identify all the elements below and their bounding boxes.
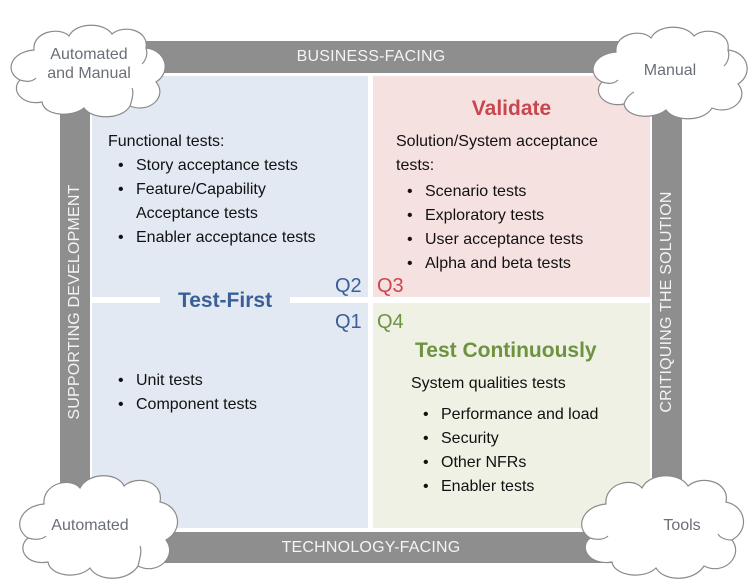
q2-heading: Functional tests: (108, 133, 225, 150)
q1-list: Unit tests Component tests (116, 369, 257, 417)
cloud-automated-text: Automated (51, 517, 129, 534)
cloud-manual: Manual (586, 22, 754, 122)
q2-item: Feature/Capability (116, 178, 316, 202)
q4-label: Q4 (377, 311, 404, 333)
q3-item: Exploratory tests (405, 204, 583, 228)
q4-item: Performance and load (421, 403, 598, 427)
q3-list: Scenario tests Exploratory tests User ac… (405, 180, 583, 276)
q1-label: Q1 (335, 311, 362, 333)
q3-item: Scenario tests (405, 180, 583, 204)
q1-item: Component tests (116, 393, 257, 417)
q1-item: Unit tests (116, 369, 257, 393)
cloud-automated-and-manual: Automated and Manual (4, 20, 174, 120)
q4-heading: System qualities tests (411, 375, 566, 392)
critiquing-solution-label: CRITIQUING THE SOLUTION (658, 191, 675, 413)
q2-label: Q2 (335, 275, 362, 297)
q2-item: Enabler acceptance tests (116, 226, 316, 250)
q3-item: User acceptance tests (405, 228, 583, 252)
test-continuously-title: Test Continuously (415, 339, 597, 362)
cloud-manual-text: Manual (643, 62, 697, 79)
q4-item: Security (421, 427, 598, 451)
q3-heading-line1: Solution/System acceptance (396, 133, 598, 150)
cloud-automated-and-manual-line1: Automated (50, 46, 128, 63)
cloud-tools-text: Tools (663, 517, 701, 534)
cloud-automated: Automated (14, 468, 182, 582)
test-first-title: Test-First (177, 289, 273, 312)
q2-item-continuation: Acceptance tests (116, 202, 316, 226)
q3-item: Alpha and beta tests (405, 252, 583, 276)
q2-item: Story acceptance tests (116, 154, 316, 178)
cloud-tools: Tools (572, 468, 750, 582)
q2-list: Story acceptance tests Feature/Capabilit… (116, 154, 316, 250)
supporting-development-label: SUPPORTING DEVELOPMENT (66, 184, 83, 420)
q2-item-continuation-text: Acceptance tests (136, 205, 258, 222)
cloud-automated-and-manual-line2: and Manual (47, 65, 131, 82)
q3-heading-line2: tests: (396, 157, 435, 174)
q3-label: Q3 (377, 275, 404, 297)
